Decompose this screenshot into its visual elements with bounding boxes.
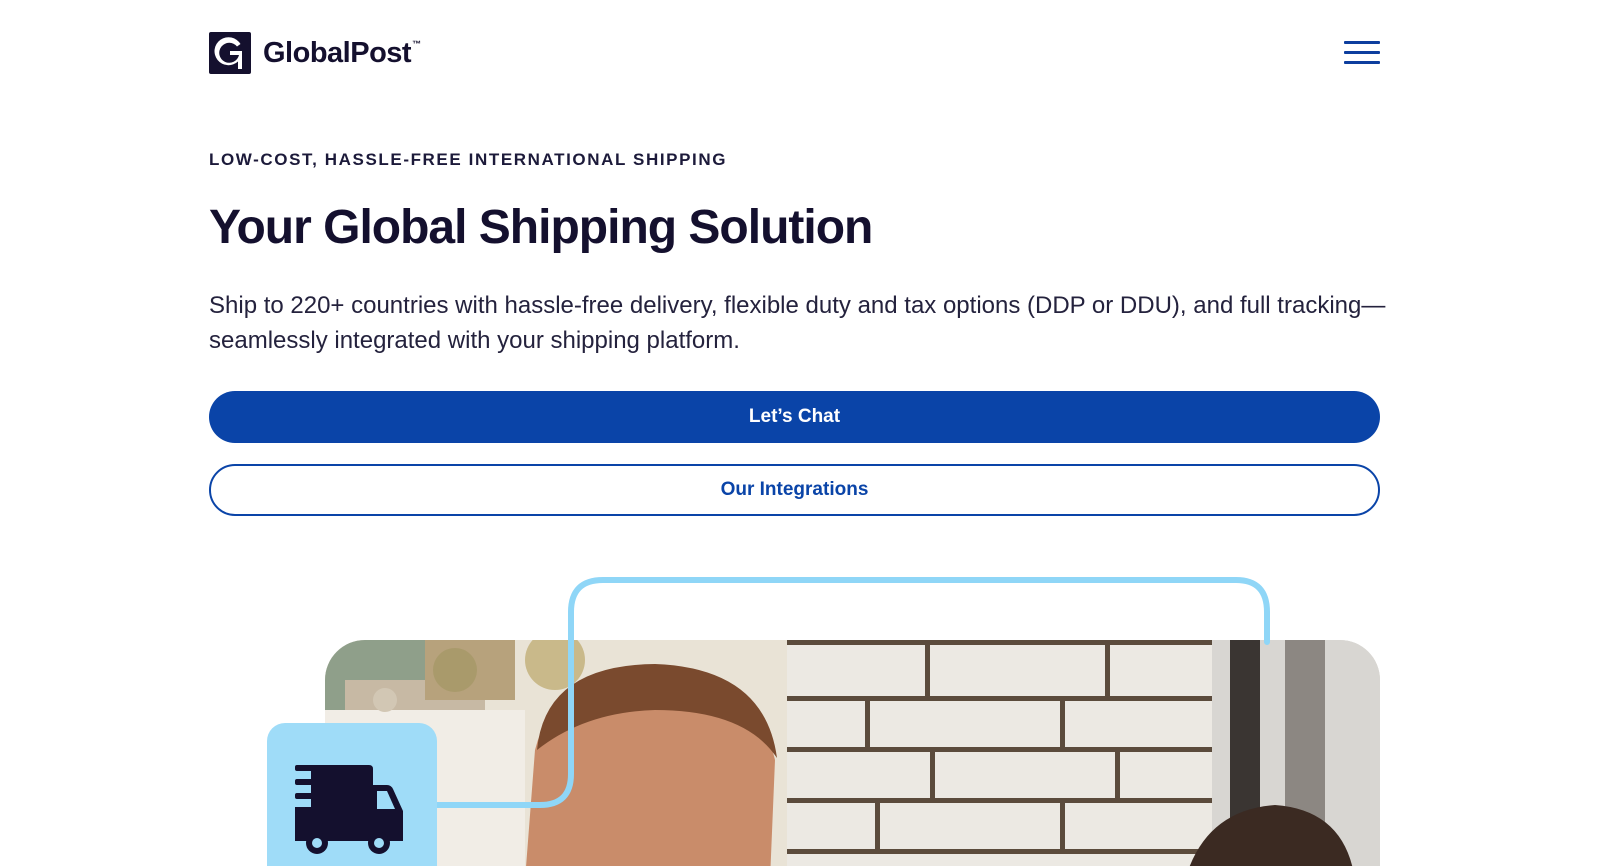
hero-visual bbox=[0, 560, 1600, 866]
hamburger-menu-icon[interactable] bbox=[1344, 39, 1380, 67]
logo-mark-icon bbox=[209, 32, 251, 74]
page: GlobalPost™ LOW-COST, HASSLE-FREE INTERN… bbox=[0, 0, 1600, 866]
hero-description: Ship to 220+ countries with hassle-free … bbox=[209, 292, 1386, 354]
lets-chat-button[interactable]: Let’s Chat bbox=[209, 391, 1380, 443]
menu-line bbox=[1344, 41, 1380, 44]
delivery-truck-icon bbox=[295, 765, 403, 854]
trademark-symbol: ™ bbox=[412, 38, 421, 49]
site-header: GlobalPost™ bbox=[209, 31, 1380, 75]
brand-name: GlobalPost bbox=[263, 36, 412, 69]
logo-text: GlobalPost™ bbox=[263, 37, 421, 70]
route-line-graphic bbox=[434, 577, 1270, 808]
hero-title: Your Global Shipping Solution bbox=[209, 201, 873, 254]
our-integrations-button[interactable]: Our Integrations bbox=[209, 464, 1380, 516]
hero-eyebrow: LOW-COST, HASSLE-FREE INTERNATIONAL SHIP… bbox=[209, 150, 728, 169]
menu-line bbox=[1344, 61, 1380, 64]
menu-line bbox=[1344, 51, 1380, 54]
truck-card bbox=[267, 723, 437, 866]
globalpost-logo[interactable]: GlobalPost™ bbox=[209, 31, 421, 75]
